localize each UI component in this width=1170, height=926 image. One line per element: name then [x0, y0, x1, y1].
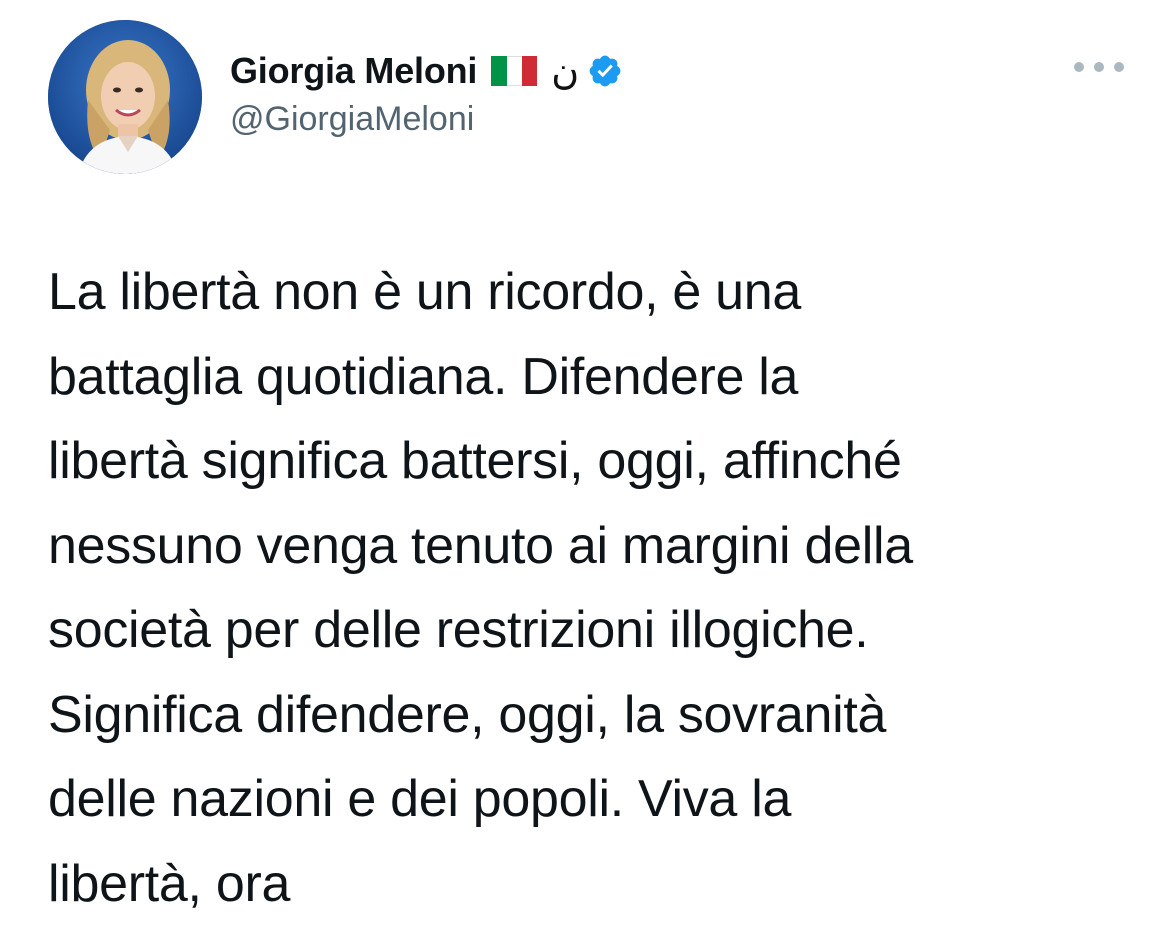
dot [1074, 62, 1084, 72]
tweet-header: Giorgia Meloni ن @GiorgiaMeloni [48, 20, 1128, 180]
tweet-line: società per delle restrizioni illogiche. [48, 588, 1148, 673]
tweet-line: libertà significa battersi, oggi, affinc… [48, 419, 1148, 504]
dot [1114, 62, 1124, 72]
tweet-text: La libertà non è un ricordo, è una batta… [48, 250, 1148, 926]
tweet-line: Significa difendere, oggi, la sovranità [48, 673, 1148, 758]
tweet-line: libertà, ora [48, 842, 1148, 926]
dot [1094, 62, 1104, 72]
italy-flag-icon [491, 56, 537, 86]
tweet-line: nessuno venga tenuto ai margini della [48, 504, 1148, 589]
tweet-line: delle nazioni e dei popoli. Viva la [48, 757, 1148, 842]
name-row: Giorgia Meloni ن [230, 46, 623, 96]
handle[interactable]: @GiorgiaMeloni [230, 100, 474, 139]
display-name[interactable]: Giorgia Meloni [230, 50, 477, 92]
nun-emoji: ن [551, 52, 579, 90]
verified-badge-icon [587, 53, 623, 89]
profile-photo [48, 20, 202, 174]
more-options-icon[interactable] [1074, 60, 1124, 74]
tweet-line: battaglia quotidiana. Difendere la [48, 335, 1148, 420]
avatar[interactable] [48, 20, 202, 174]
tweet-line: La libertà non è un ricordo, è una [48, 250, 1148, 335]
